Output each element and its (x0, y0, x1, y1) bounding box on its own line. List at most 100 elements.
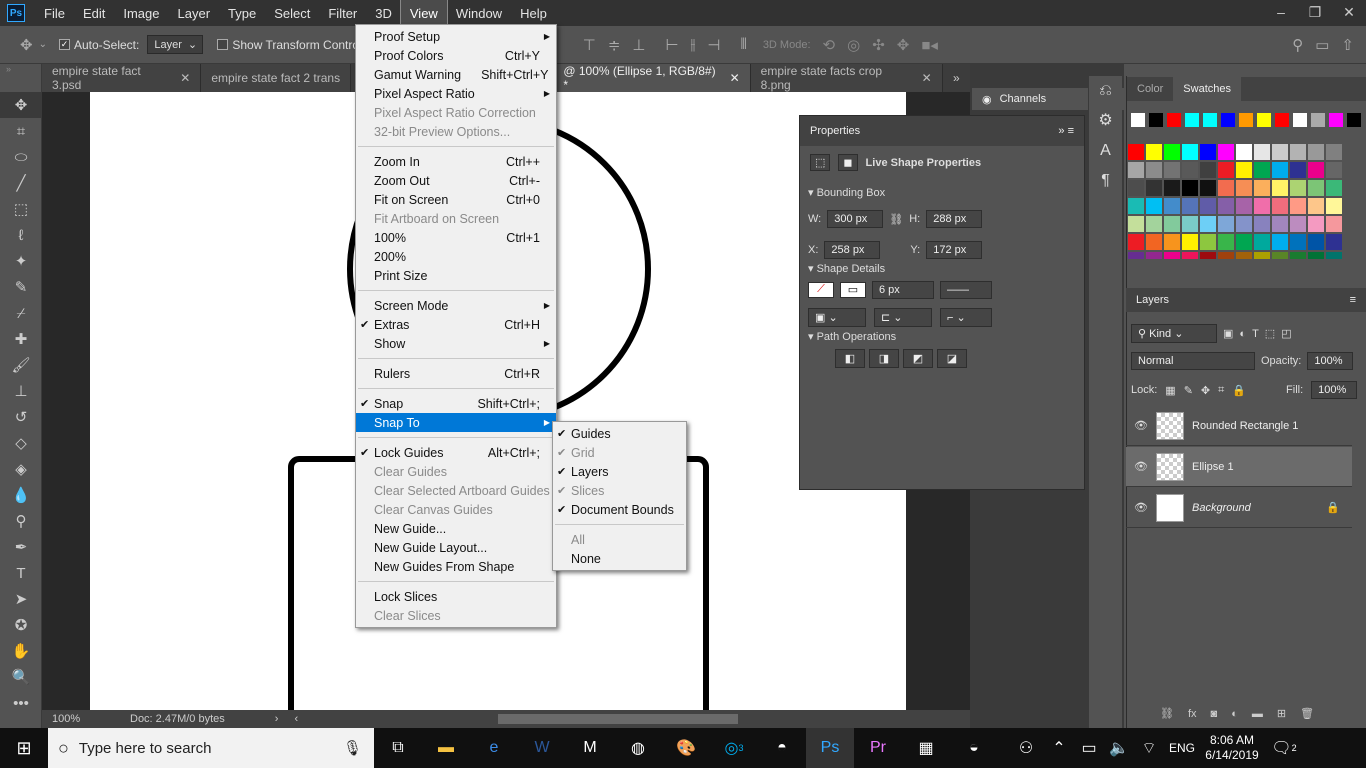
swatch[interactable] (1307, 233, 1325, 251)
swatch[interactable] (1217, 251, 1235, 259)
swatch[interactable] (1289, 197, 1307, 215)
tab-swatches[interactable]: Swatches (1173, 77, 1241, 101)
panel-menu-icon[interactable]: ≡ (1350, 294, 1356, 306)
dodge-tool-icon[interactable]: ⚲ (0, 508, 42, 534)
crop-tool-icon[interactable]: ⌗ (0, 118, 42, 144)
swatch[interactable] (1253, 215, 1271, 233)
align-vcenter-icon[interactable]: ≑ (608, 36, 621, 54)
ellipse-tool-icon[interactable]: ⬭ (0, 144, 42, 170)
swatch[interactable] (1181, 143, 1199, 161)
tab-color[interactable]: Color (1127, 77, 1173, 101)
swatch[interactable] (1145, 215, 1163, 233)
stroke-swatch[interactable]: ▭ (840, 282, 866, 298)
paragraph-panel-icon[interactable]: ¶ (1089, 166, 1122, 196)
chevron-right-icon[interactable]: › (275, 713, 279, 725)
stroke-corners-dropdown[interactable]: ⌐ ⌄ (940, 308, 992, 327)
lasso-tool-icon[interactable]: ℓ (0, 222, 42, 248)
premiere-icon[interactable]: Pr (854, 728, 902, 768)
swatch[interactable] (1149, 113, 1163, 127)
swatch[interactable] (1307, 143, 1325, 161)
filter-smart-icon[interactable]: ◰ (1281, 327, 1291, 340)
menu-item-layers[interactable]: ✔ Layers (553, 462, 686, 481)
swatch[interactable] (1181, 161, 1199, 179)
swatch[interactable] (1307, 179, 1325, 197)
chrome-icon[interactable]: ◍ (614, 728, 662, 768)
swatch[interactable] (1271, 179, 1289, 197)
hand-tool-icon[interactable]: ✋ (0, 638, 42, 664)
swatch[interactable] (1311, 113, 1325, 127)
chevron-down-icon[interactable]: ⌄ (39, 39, 47, 50)
layer-filter-dropdown[interactable]: ⚲ Kind ⌄ (1131, 324, 1217, 343)
swatch[interactable] (1235, 233, 1253, 251)
distribute-icon[interactable]: ⫴ (741, 36, 747, 53)
swatch[interactable] (1307, 197, 1325, 215)
paint-icon[interactable]: 🎨 (662, 728, 710, 768)
swatch[interactable] (1199, 143, 1217, 161)
search-box[interactable]: ○ Type here to search 🎙 (48, 728, 374, 768)
swatch[interactable] (1325, 161, 1343, 179)
menu-item-lock-slices[interactable]: Lock Slices (356, 587, 556, 606)
horizontal-scrollbar[interactable] (498, 714, 739, 724)
pen-path-icon[interactable]: ✒ (0, 534, 42, 560)
history-brush-icon[interactable]: ↺ (0, 404, 42, 430)
filter-adjustment-icon[interactable]: ◐ (1239, 328, 1246, 340)
swatch[interactable] (1253, 161, 1271, 179)
swatch[interactable] (1145, 251, 1163, 259)
stroke-style-dropdown[interactable]: —— (940, 281, 992, 299)
new-layer-icon[interactable]: ⊞ (1277, 707, 1286, 720)
stroke-width-field[interactable]: 6 px (872, 281, 934, 299)
layer-row[interactable]: 👁 Rounded Rectangle 1 (1126, 406, 1352, 446)
swatch[interactable] (1235, 143, 1253, 161)
battery-icon[interactable]: ▭ (1074, 728, 1104, 768)
stroke-caps-dropdown[interactable]: ⊏ ⌄ (874, 308, 932, 327)
healing-brush-icon[interactable]: ✚ (0, 326, 42, 352)
more-tabs-icon[interactable]: » (943, 64, 970, 92)
language-indicator[interactable]: ENG (1164, 728, 1200, 768)
collapse-icon[interactable]: » (0, 64, 41, 92)
swatch[interactable] (1127, 215, 1145, 233)
y-field[interactable]: 172 px (926, 241, 983, 259)
stroke-align-dropdown[interactable]: ▣ ⌄ (808, 308, 866, 327)
menu-layer[interactable]: Layer (169, 0, 220, 26)
menu-item-new-guide-layout[interactable]: New Guide Layout... (356, 538, 556, 557)
task-view-icon[interactable]: ⧉ (374, 728, 422, 768)
blend-mode-dropdown[interactable]: Normal (1131, 352, 1255, 370)
auto-select-dropdown[interactable]: Layer ⌄ (147, 35, 204, 54)
swatch[interactable] (1221, 113, 1235, 127)
swatch[interactable] (1253, 143, 1271, 161)
file-explorer-icon[interactable]: ▬ (422, 728, 470, 768)
swatch[interactable] (1235, 251, 1253, 259)
close-icon[interactable]: ✕ (1332, 0, 1366, 26)
swatch[interactable] (1253, 179, 1271, 197)
pen-tool-icon[interactable]: ✎ (0, 274, 42, 300)
swatch[interactable] (1199, 233, 1217, 251)
edge-icon[interactable]: e (470, 728, 518, 768)
swatch[interactable] (1145, 143, 1163, 161)
swatch[interactable] (1199, 251, 1217, 259)
menu-item-none[interactable]: None (553, 549, 686, 568)
menu-item-proof-colors[interactable]: Proof Colors Ctrl+Y (356, 46, 556, 65)
zoom-level[interactable]: 100% (52, 713, 130, 725)
new-group-icon[interactable]: ▬ (1252, 708, 1263, 720)
more-tools-icon[interactable]: ••• (0, 690, 42, 716)
swatch[interactable] (1181, 197, 1199, 215)
swatch[interactable] (1163, 197, 1181, 215)
history-panel-icon[interactable]: ⎌ (1089, 76, 1122, 106)
swatch[interactable] (1325, 143, 1343, 161)
swatch[interactable] (1217, 197, 1235, 215)
adjustment-layer-icon[interactable]: ◐ (1231, 708, 1238, 720)
tab-active-document[interactable]: @ 100% (Ellipse 1, RGB/8#) * ✕ (553, 64, 751, 92)
link-icon[interactable]: ⛓ (889, 213, 903, 226)
microphone-icon[interactable]: 🎙 (343, 739, 362, 757)
tab-empire-state-fact-3[interactable]: empire state fact 3.psd ✕ (42, 64, 202, 92)
swatch[interactable] (1235, 197, 1253, 215)
chevron-up-icon[interactable]: ⌃ (1044, 728, 1074, 768)
close-icon[interactable]: ✕ (180, 71, 190, 85)
menu-filter[interactable]: Filter (319, 0, 366, 26)
swatch[interactable] (1199, 215, 1217, 233)
swatch[interactable] (1325, 179, 1343, 197)
swatch[interactable] (1145, 179, 1163, 197)
swatch[interactable] (1235, 179, 1253, 197)
menu-item-document-bounds[interactable]: ✔ Document Bounds (553, 500, 686, 519)
subtract-shape-icon[interactable]: ◨ (869, 349, 899, 368)
